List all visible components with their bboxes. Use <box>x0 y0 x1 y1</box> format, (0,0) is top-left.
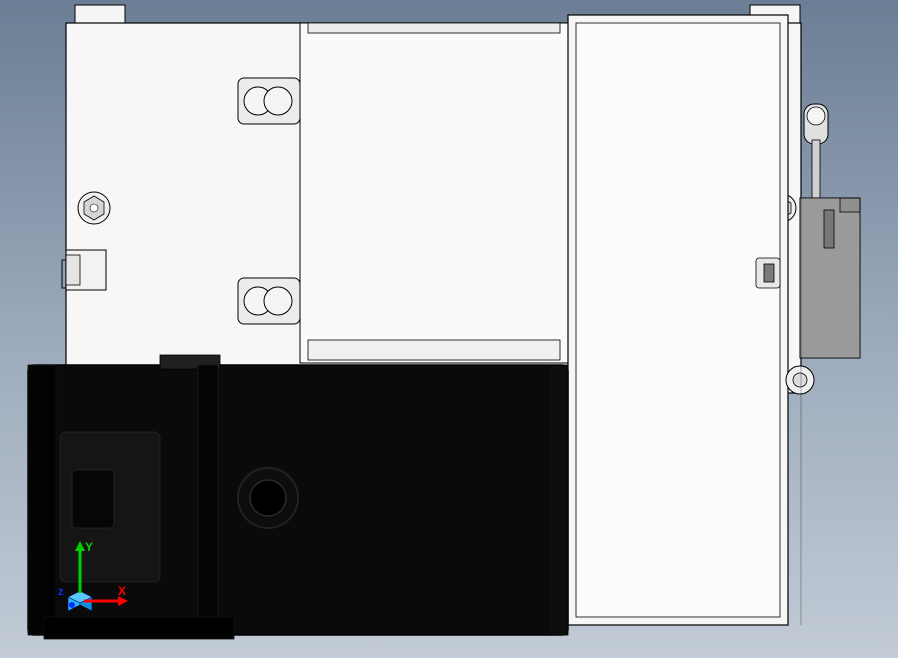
side-rail-right <box>568 15 788 625</box>
connector-pin <box>804 104 828 200</box>
model-canvas[interactable] <box>0 0 898 658</box>
mounting-block-upper <box>300 23 568 363</box>
bracket-right <box>800 198 860 358</box>
cad-viewport[interactable]: Y X z <box>0 0 898 658</box>
motor-assembly <box>28 355 568 639</box>
boss-lower-right <box>786 366 814 394</box>
